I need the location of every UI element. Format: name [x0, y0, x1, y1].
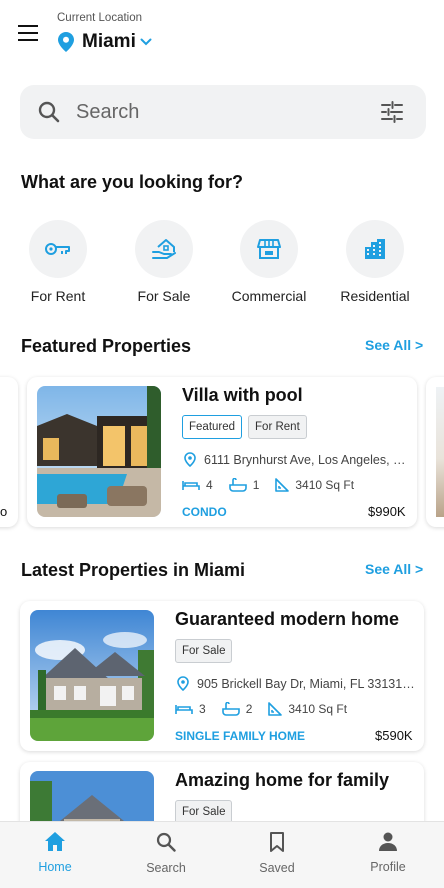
categories-heading: What are you looking for?	[21, 172, 244, 192]
bottom-navigation: Home Search Saved Profile	[0, 821, 444, 888]
property-title: Amazing home for family	[175, 770, 390, 790]
tag-for-sale: For Sale	[175, 639, 233, 663]
filter-sliders-icon[interactable]	[380, 101, 404, 123]
featured-card-previous[interactable]: o	[0, 377, 18, 527]
person-icon	[379, 832, 397, 851]
property-price: $990K	[368, 504, 406, 519]
key-icon	[45, 241, 71, 257]
area-size: 3410 Sq Ft	[288, 702, 348, 716]
apartment-building-icon	[364, 238, 386, 260]
property-type: SINGLE FAMILY HOME	[175, 729, 306, 743]
bath-icon	[221, 702, 240, 716]
nav-label: Profile	[370, 860, 406, 874]
category-commercial[interactable]: Commercial	[219, 220, 319, 304]
featured-heading: Featured Properties	[21, 336, 192, 356]
latest-property-card[interactable]: Guaranteed modern home For Sale 905 Bric…	[20, 601, 424, 751]
featured-property-card[interactable]: Villa with pool Featured For Rent 6111 B…	[27, 377, 417, 527]
property-price: $590K	[375, 728, 413, 743]
location-pin-icon	[177, 676, 189, 691]
bookmark-icon	[269, 832, 285, 852]
latest-heading: Latest Properties in Miami	[21, 560, 246, 580]
nav-label: Search	[146, 861, 186, 875]
property-type: CONDO	[182, 505, 227, 519]
property-address: 905 Brickell Bay Dr, Miami, FL 33131, US…	[197, 676, 415, 691]
baths-count: 2	[245, 702, 253, 716]
nav-label: Home	[38, 860, 72, 874]
property-photo	[37, 386, 161, 517]
search-icon	[156, 832, 176, 852]
search-bar[interactable]	[20, 85, 426, 139]
property-title: Villa with pool	[182, 385, 303, 405]
beds-count: 4	[206, 478, 213, 492]
tag-featured: Featured	[182, 415, 243, 439]
bath-icon	[228, 478, 247, 492]
bed-icon	[175, 703, 193, 715]
storefront-icon	[257, 238, 281, 260]
nav-home[interactable]: Home	[15, 832, 95, 874]
nav-search[interactable]: Search	[126, 832, 206, 875]
area-icon	[275, 478, 290, 492]
chevron-down-icon	[140, 38, 152, 46]
baths-count: 1	[252, 478, 260, 492]
property-title: Guaranteed modern home	[175, 609, 400, 629]
category-for-sale[interactable]: For Sale	[114, 220, 214, 304]
location-selector[interactable]: Miami	[58, 31, 152, 53]
menu-icon[interactable]	[18, 24, 40, 42]
featured-see-all-link[interactable]: See All >	[365, 337, 423, 353]
nav-profile[interactable]: Profile	[348, 832, 428, 874]
beds-count: 3	[199, 702, 206, 716]
category-for-rent[interactable]: For Rent	[8, 220, 108, 304]
featured-card-next[interactable]	[426, 377, 444, 527]
category-label: For Sale	[137, 288, 191, 304]
property-address: 6111 Brynhurst Ave, Los Angeles, Califor…	[204, 452, 408, 467]
category-residential[interactable]: Residential	[325, 220, 425, 304]
area-icon	[268, 702, 283, 716]
area-size: 3410 Sq Ft	[295, 478, 355, 492]
location-pin-icon	[184, 452, 196, 467]
category-label: Residential	[340, 288, 410, 304]
category-label: For Rent	[30, 288, 86, 304]
nav-saved[interactable]: Saved	[237, 832, 317, 875]
search-input[interactable]	[76, 100, 366, 124]
search-icon	[38, 101, 60, 123]
house-hand-icon	[151, 237, 177, 261]
property-photo	[30, 610, 154, 741]
latest-see-all-link[interactable]: See All >	[365, 561, 423, 577]
location-city: Miami	[82, 31, 136, 52]
nav-label: Saved	[259, 861, 295, 875]
location-label: Current Location	[57, 12, 143, 24]
bed-icon	[182, 479, 200, 491]
location-pin-icon	[58, 32, 74, 52]
tag-for-rent: For Rent	[248, 415, 307, 439]
home-icon	[45, 832, 65, 851]
category-label: Commercial	[231, 288, 307, 304]
